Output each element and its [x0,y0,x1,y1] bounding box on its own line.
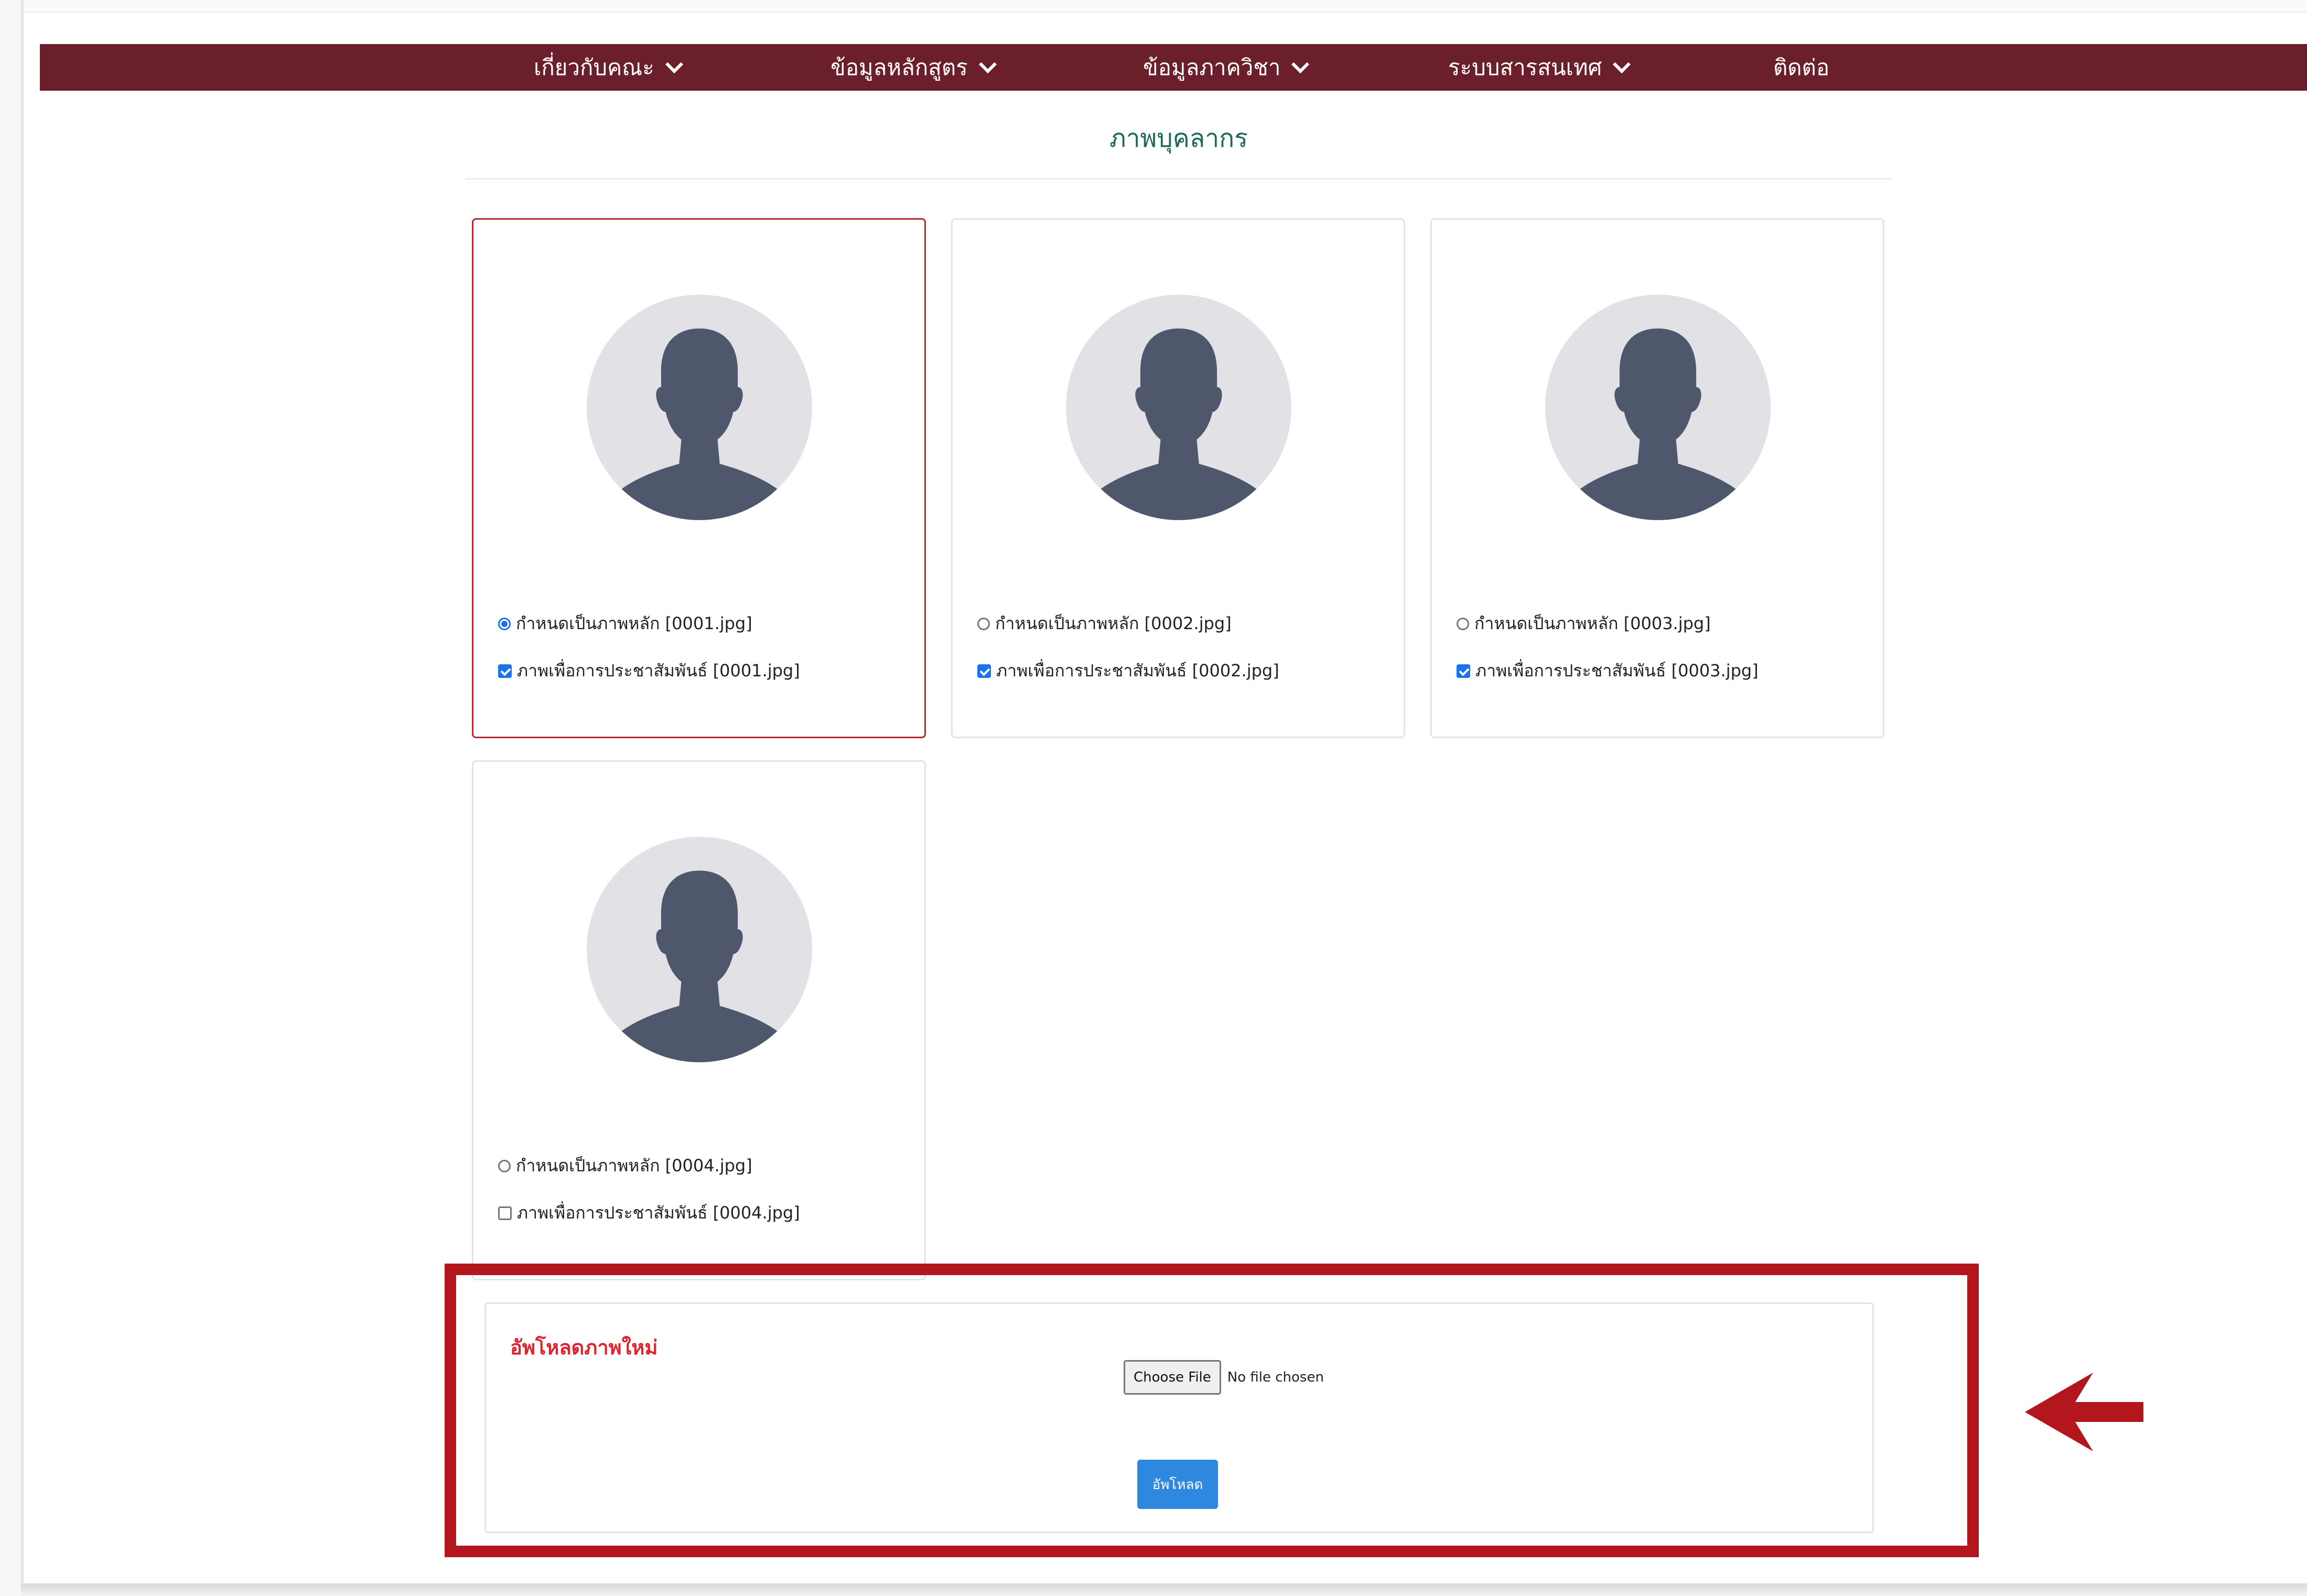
chevron-down-icon [978,55,997,73]
pr-photo-option[interactable]: ภาพเพื่อการประชาสัมพันธ์ [0004.jpg] [498,1200,800,1226]
set-main-photo-label: กำหนดเป็นภาพหลัก [0002.jpg] [995,613,1232,633]
pr-photo-option[interactable]: ภาพเพื่อการประชาสัมพันธ์ [0001.jpg] [498,657,800,684]
main-navbar: เกี่ยวกับคณะ ข้อมูลหลักสูตร ข้อมูลภาควิช… [40,44,2307,91]
chevron-down-icon [1613,55,1631,73]
user-silhouette-icon [587,837,812,1062]
photo-card: กำหนดเป็นภาพหลัก [0001.jpg] ภาพเพื่อการป… [472,218,926,738]
nav-item-curriculum[interactable]: ข้อมูลหลักสูตร [831,44,997,91]
photo-card: กำหนดเป็นภาพหลัก [0003.jpg] ภาพเพื่อการป… [1430,218,1884,738]
user-silhouette-icon [1066,295,1291,520]
window-frame-bottom [21,1583,2307,1596]
window-frame-top [24,0,2307,13]
set-main-photo-radio[interactable] [498,1159,511,1172]
pr-photo-label: ภาพเพื่อการประชาสัมพันธ์ [0001.jpg] [517,661,800,681]
annotation-highlight-box [445,1264,1979,1557]
set-main-photo-option[interactable]: กำหนดเป็นภาพหลัก [0002.jpg] [977,610,1232,637]
nav-item-department[interactable]: ข้อมูลภาควิชา [1143,44,1310,91]
window-frame-left [0,0,21,1596]
left-arrow-icon [2025,1373,2143,1451]
chevron-down-icon [665,55,683,73]
nav-item-label: ติดต่อ [1773,54,1830,80]
set-main-photo-option[interactable]: กำหนดเป็นภาพหลัก [0004.jpg] [498,1152,752,1179]
pr-photo-label: ภาพเพื่อการประชาสัมพันธ์ [0004.jpg] [517,1203,800,1223]
set-main-photo-radio[interactable] [977,617,990,630]
pr-photo-label: ภาพเพื่อการประชาสัมพันธ์ [0003.jpg] [1475,661,1759,681]
nav-item-label: ข้อมูลหลักสูตร [831,54,968,80]
nav-item-label: เกี่ยวกับคณะ [534,54,654,80]
pr-photo-option[interactable]: ภาพเพื่อการประชาสัมพันธ์ [0003.jpg] [1457,657,1759,684]
page-title: ภาพบุคลากร [1109,124,1248,153]
pr-photo-option[interactable]: ภาพเพื่อการประชาสัมพันธ์ [0002.jpg] [977,657,1279,684]
nav-item-contact[interactable]: ติดต่อ [1773,44,1829,91]
set-main-photo-option[interactable]: กำหนดเป็นภาพหลัก [0003.jpg] [1457,610,1711,637]
set-main-photo-option[interactable]: กำหนดเป็นภาพหลัก [0001.jpg] [498,610,752,637]
photo-card: กำหนดเป็นภาพหลัก [0004.jpg] ภาพเพื่อการป… [472,760,926,1280]
set-main-photo-label: กำหนดเป็นภาพหลัก [0001.jpg] [516,613,752,633]
nav-item-label: ระบบสารสนเทศ [1448,54,1602,80]
photo-card: กำหนดเป็นภาพหลัก [0002.jpg] ภาพเพื่อการป… [951,218,1405,738]
chevron-down-icon [1291,55,1310,73]
user-silhouette-icon [587,295,812,520]
set-main-photo-radio[interactable] [498,617,511,630]
set-main-photo-label: กำหนดเป็นภาพหลัก [0004.jpg] [516,1156,752,1176]
pr-photo-checkbox[interactable] [498,1206,512,1220]
pr-photo-checkbox[interactable] [498,664,512,678]
pr-photo-checkbox[interactable] [1457,664,1470,678]
nav-item-about-faculty[interactable]: เกี่ยวกับคณะ [534,44,683,91]
user-silhouette-icon [1545,295,1771,520]
set-main-photo-label: กำหนดเป็นภาพหลัก [0003.jpg] [1474,613,1711,633]
nav-item-information-system[interactable]: ระบบสารสนเทศ [1448,44,1631,91]
nav-item-label: ข้อมูลภาควิชา [1143,54,1281,80]
pr-photo-checkbox[interactable] [977,664,991,678]
title-divider [466,178,1892,179]
set-main-photo-radio[interactable] [1457,617,1469,630]
pr-photo-label: ภาพเพื่อการประชาสัมพันธ์ [0002.jpg] [996,661,1279,681]
window-frame-edge [21,0,24,1589]
